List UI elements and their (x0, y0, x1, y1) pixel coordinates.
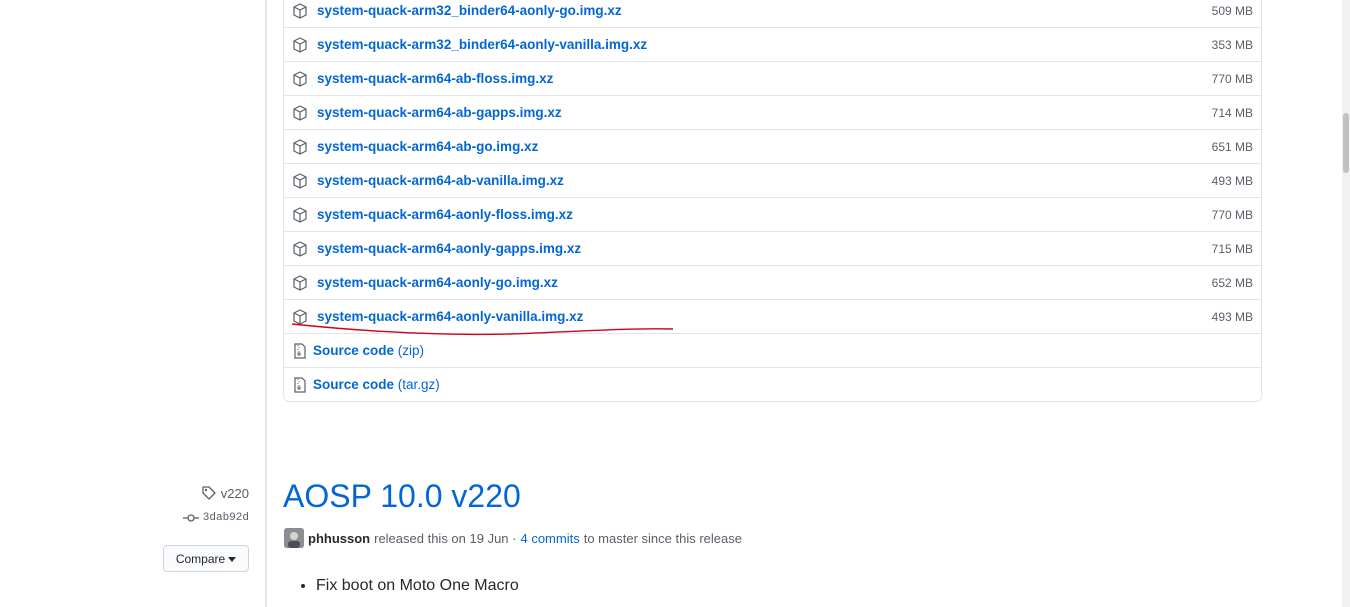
package-icon (293, 241, 307, 257)
asset-link[interactable]: system-quack-arm64-aonly-gapps.img.xz (317, 241, 581, 256)
release-commit[interactable]: 3dab92d (182, 512, 249, 524)
red-underline-annotation (291, 323, 674, 336)
scrollbar[interactable] (1342, 0, 1350, 607)
release-tag[interactable]: v220 (201, 485, 249, 501)
package-icon (293, 37, 307, 53)
compare-label: Compare (175, 551, 226, 566)
asset-size: 770 MB (1211, 208, 1253, 222)
avatar-image (284, 528, 304, 548)
asset-row: system-quack-arm64-ab-floss.img.xz 770 M… (284, 61, 1261, 95)
asset-link[interactable]: system-quack-arm32_binder64-aonly-go.img… (317, 3, 622, 18)
asset-link[interactable]: system-quack-arm64-ab-vanilla.img.xz (317, 173, 564, 188)
asset-row: system-quack-arm64-ab-vanilla.img.xz 493… (284, 163, 1261, 197)
source-code-zip-link[interactable]: Source code (zip) (313, 343, 424, 358)
package-icon (293, 105, 307, 121)
source-code-tar-link[interactable]: Source code (tar.gz) (313, 377, 440, 392)
source-row: Source code (tar.gz) (284, 367, 1261, 401)
file-zip-icon (294, 377, 306, 393)
list-item: Fix boot on Moto One Macro (316, 573, 519, 599)
triangle-down-icon (228, 556, 237, 562)
asset-row: system-quack-arm32_binder64-aonly-vanill… (284, 27, 1261, 61)
package-icon (293, 275, 307, 291)
commits-link[interactable]: 4 commits (520, 531, 579, 546)
compare-button[interactable]: Compare (163, 545, 249, 572)
asset-size: 353 MB (1211, 38, 1253, 52)
avatar[interactable] (284, 528, 304, 548)
asset-row: system-quack-arm32_binder64-aonly-go.img… (284, 0, 1261, 27)
asset-size: 652 MB (1211, 276, 1253, 290)
scrollbar-thumb[interactable] (1343, 113, 1349, 173)
asset-link[interactable]: system-quack-arm64-ab-floss.img.xz (317, 71, 553, 86)
source-label: Source code (313, 377, 395, 392)
timeline-line (265, 0, 267, 607)
source-suffix: (zip) (397, 343, 425, 358)
source-suffix: (tar.gz) (397, 377, 440, 392)
asset-size: 714 MB (1211, 106, 1253, 120)
package-icon (293, 139, 307, 155)
file-zip-icon (294, 343, 306, 359)
release-author[interactable]: phhusson (308, 531, 370, 546)
asset-size: 509 MB (1211, 4, 1253, 18)
release-title[interactable]: AOSP 10.0 v220 (283, 478, 521, 515)
asset-size: 651 MB (1211, 140, 1253, 154)
asset-link[interactable]: system-quack-arm32_binder64-aonly-vanill… (317, 37, 647, 52)
tag-label: v220 (220, 485, 249, 501)
asset-row: system-quack-arm64-aonly-floss.img.xz 77… (284, 197, 1261, 231)
asset-size: 493 MB (1211, 174, 1253, 188)
source-row: Source code (zip) (284, 333, 1261, 367)
package-icon (293, 207, 307, 223)
asset-link[interactable]: system-quack-arm64-ab-go.img.xz (317, 139, 538, 154)
asset-link[interactable]: system-quack-arm64-aonly-go.img.xz (317, 275, 558, 290)
tag-icon (202, 486, 216, 500)
asset-row: system-quack-arm64-ab-gapps.img.xz 714 M… (284, 95, 1261, 129)
asset-link[interactable]: system-quack-arm64-aonly-floss.img.xz (317, 207, 573, 222)
asset-row: system-quack-arm64-aonly-go.img.xz 652 M… (284, 265, 1261, 299)
source-label: Source code (313, 343, 395, 358)
package-icon (293, 3, 307, 19)
asset-row: system-quack-arm64-ab-go.img.xz 651 MB (284, 129, 1261, 163)
asset-size: 770 MB (1211, 72, 1253, 86)
release-meta: phhusson released this on 19 Jun · 4 com… (284, 528, 742, 548)
package-icon (293, 71, 307, 87)
release-assets-list: system-quack-arm32_binder64-aonly-go.img… (283, 0, 1262, 402)
asset-size: 715 MB (1211, 242, 1253, 256)
asset-row: system-quack-arm64-aonly-gapps.img.xz 71… (284, 231, 1261, 265)
since-text: to master since this release (583, 530, 742, 546)
release-notes: Fix boot on Moto One Macro (296, 573, 519, 599)
package-icon (293, 173, 307, 189)
asset-link[interactable]: system-quack-arm64-ab-gapps.img.xz (317, 105, 562, 120)
commit-sha: 3dab92d (202, 512, 249, 524)
asset-size: 493 MB (1211, 310, 1253, 324)
release-date-text: released this on 19 Jun · (374, 530, 517, 546)
git-commit-icon (182, 514, 199, 522)
